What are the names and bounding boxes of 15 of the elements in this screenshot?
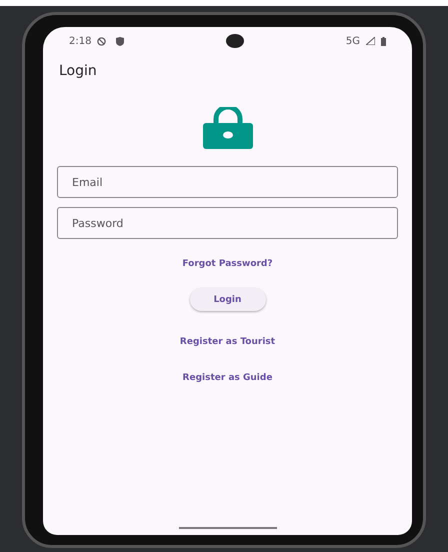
dnd-icon — [97, 36, 106, 46]
signal-icon — [366, 37, 375, 45]
status-time: 2:18 — [69, 36, 92, 46]
forgot-password-link[interactable]: Forgot Password? — [182, 259, 273, 269]
shield-icon — [116, 36, 124, 46]
network-type: 5G — [346, 36, 360, 46]
login-button[interactable]: Login — [190, 288, 266, 311]
register-link[interactable]: Register as Tourist — [180, 337, 276, 347]
input-field[interactable]: Email — [57, 166, 398, 198]
lock-icon — [202, 107, 252, 149]
register-link[interactable]: Register as Guide — [182, 373, 272, 383]
input-field[interactable]: Password — [57, 207, 398, 239]
page-title: Login — [58, 62, 98, 81]
battery-icon — [381, 36, 386, 46]
camera-cutout — [226, 34, 244, 48]
